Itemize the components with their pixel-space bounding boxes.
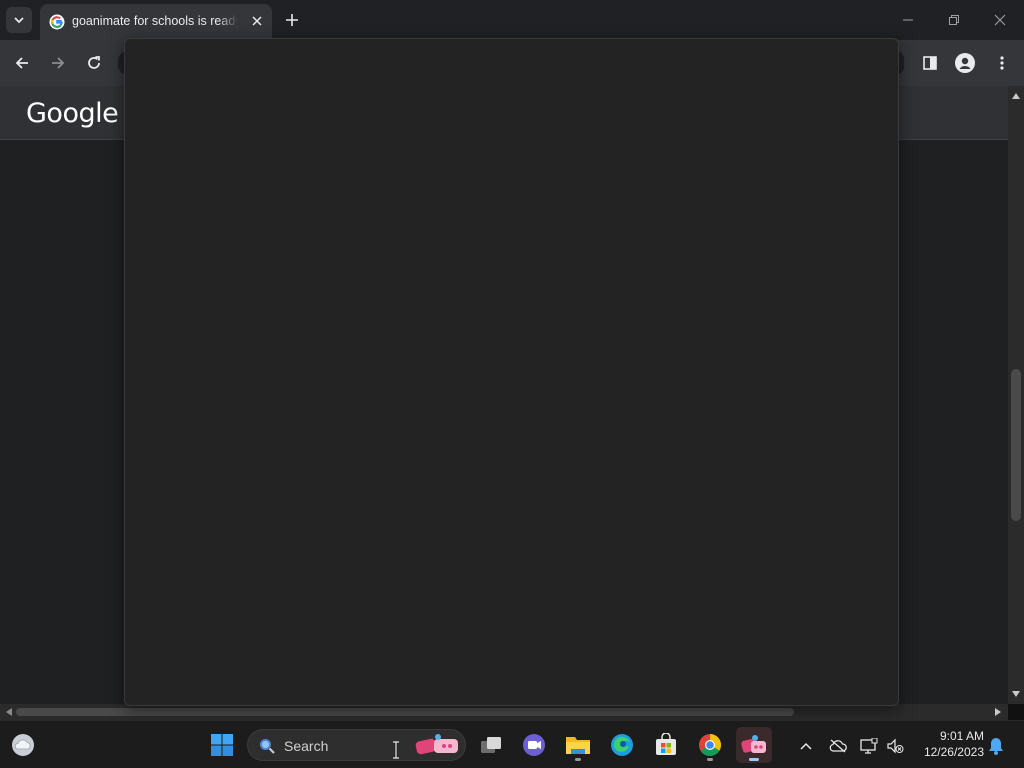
tab-title: goanimate for schools is ready: [72, 14, 238, 28]
restore-icon: [949, 15, 959, 25]
triangle-down-icon: [1012, 691, 1020, 697]
profile-icon: [955, 53, 975, 73]
file-explorer-button[interactable]: [560, 727, 596, 763]
windows-start-icon: [211, 734, 233, 756]
horizontal-scrollbar[interactable]: [0, 704, 1008, 720]
chrome-menu-button[interactable]: [989, 50, 1015, 76]
close-icon: [252, 16, 262, 26]
clock-date: 12/26/2023: [923, 745, 984, 759]
scroll-right-button[interactable]: [990, 704, 1006, 720]
scroll-down-button[interactable]: [1008, 686, 1024, 702]
scrollbar-corner: [1008, 704, 1024, 720]
arrow-right-icon: [52, 57, 65, 69]
side-panel-button[interactable]: [917, 50, 943, 76]
scroll-left-button[interactable]: [2, 704, 16, 720]
browser-tab[interactable]: goanimate for schools is ready: [40, 4, 272, 40]
task-view-button[interactable]: [473, 727, 509, 763]
close-icon: [994, 14, 1006, 26]
onedrive-tray-button[interactable]: [827, 735, 849, 757]
running-indicator: [575, 758, 581, 761]
triangle-left-icon: [6, 708, 12, 716]
chat-app-button[interactable]: [516, 727, 552, 763]
reload-icon: [88, 56, 100, 69]
search-highlight-icon: [415, 734, 458, 755]
system-clock[interactable]: 9:01 AM 12/26/2023: [912, 728, 984, 760]
clock-time: 9:01 AM: [939, 729, 984, 743]
reload-button[interactable]: [81, 50, 107, 76]
search-label: Search: [284, 738, 329, 754]
comet-app-icon: [741, 735, 766, 753]
chrome-button[interactable]: [692, 727, 728, 763]
weather-widget-icon[interactable]: [10, 732, 36, 758]
active-indicator: [749, 758, 759, 761]
notifications-button[interactable]: [985, 735, 1007, 757]
volume-muted-icon: [887, 738, 904, 754]
volume-tray-button[interactable]: [884, 735, 906, 757]
minimize-button[interactable]: [886, 6, 930, 34]
store-button[interactable]: [648, 727, 684, 763]
triangle-up-icon: [1012, 93, 1020, 99]
show-hidden-icons-button[interactable]: [795, 735, 817, 757]
side-panel-icon: [923, 56, 937, 70]
tab-strip: goanimate for schools is ready: [0, 0, 1024, 40]
chat-icon: [523, 734, 545, 756]
taskbar-search[interactable]: Search: [247, 729, 466, 761]
forward-button[interactable]: [45, 50, 71, 76]
folder-icon: [566, 737, 590, 754]
active-app-button[interactable]: [736, 727, 772, 763]
edge-icon: [611, 734, 633, 756]
tab-search-button[interactable]: [6, 7, 32, 33]
task-view-icon: [481, 737, 501, 753]
chevron-up-icon: [800, 742, 812, 750]
back-button[interactable]: [9, 50, 35, 76]
kebab-menu-icon: [1000, 56, 1004, 70]
minimize-icon: [903, 19, 913, 21]
profile-button[interactable]: [952, 50, 978, 76]
plus-icon: [286, 14, 298, 26]
new-tab-button[interactable]: [281, 9, 303, 31]
close-window-button[interactable]: [978, 6, 1022, 34]
horizontal-scroll-thumb[interactable]: [16, 708, 794, 716]
start-button[interactable]: [204, 727, 240, 763]
chrome-icon: [699, 734, 721, 756]
network-icon: [860, 738, 878, 754]
restore-button[interactable]: [932, 6, 976, 34]
search-icon: [260, 739, 275, 754]
edge-button[interactable]: [604, 727, 640, 763]
text-cursor-icon: [393, 741, 399, 759]
triangle-right-icon: [995, 708, 1001, 716]
bell-icon: [989, 738, 1003, 755]
vertical-scroll-thumb[interactable]: [1011, 369, 1021, 521]
google-favicon-icon: [49, 14, 65, 30]
vertical-scrollbar[interactable]: [1008, 86, 1024, 704]
cloud-offline-icon: [829, 739, 847, 753]
arrow-left-icon: [15, 57, 28, 69]
overlay-panel[interactable]: [124, 38, 899, 706]
tab-close-button[interactable]: [248, 12, 266, 30]
store-icon: [656, 733, 676, 755]
google-logo[interactable]: Google: [26, 98, 119, 129]
running-indicator: [707, 758, 713, 761]
scroll-up-button[interactable]: [1008, 88, 1024, 104]
taskbar: Search: [0, 720, 1024, 768]
chevron-down-icon: [14, 17, 24, 24]
network-tray-button[interactable]: [858, 735, 880, 757]
